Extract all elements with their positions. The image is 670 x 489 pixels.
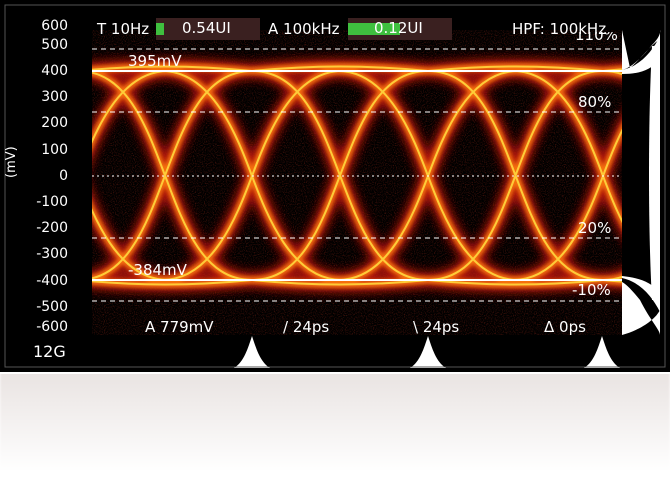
crossing-peak-3 bbox=[584, 336, 620, 368]
y-tick: -500 bbox=[36, 299, 68, 315]
data-rate-label: 12G bbox=[33, 342, 66, 361]
y-tick: 500 bbox=[41, 37, 68, 53]
crossing-peak-2 bbox=[410, 336, 446, 368]
a-jitter-meter: 0.12UI bbox=[348, 18, 452, 40]
percent-20-label: 20% bbox=[578, 219, 612, 237]
eye-diagram-display: 600 500 400 300 200 100 0 -100 -200 -300… bbox=[0, 0, 670, 372]
reflection-fade bbox=[0, 374, 670, 489]
y-tick: 400 bbox=[41, 63, 68, 79]
top-level-label: 395mV bbox=[128, 52, 182, 70]
y-tick: -400 bbox=[36, 273, 68, 289]
y-tick: -200 bbox=[36, 220, 68, 236]
delta-readout: Δ 0ps bbox=[544, 318, 586, 336]
display-reflection bbox=[0, 374, 670, 489]
y-tick: -600 bbox=[36, 319, 68, 335]
t-jitter-value: 0.54UI bbox=[182, 19, 231, 37]
crossing-peak-1 bbox=[234, 336, 270, 368]
y-tick: -100 bbox=[36, 194, 68, 210]
y-axis-label: (mV) bbox=[4, 146, 19, 178]
eye-diagram-plot bbox=[4, 4, 666, 368]
percent-110-text: 110% bbox=[575, 32, 618, 42]
y-tick: 0 bbox=[59, 168, 68, 184]
y-axis: 600 500 400 300 200 100 0 -100 -200 -300… bbox=[0, 0, 68, 372]
y-tick: 200 bbox=[41, 115, 68, 131]
y-tick: 600 bbox=[41, 18, 68, 34]
t-jitter-bar bbox=[156, 23, 165, 35]
percent-80-label: 80% bbox=[578, 93, 612, 111]
y-tick: 300 bbox=[41, 89, 68, 105]
rise-time-readout: / 24ps bbox=[283, 318, 330, 336]
fall-time-readout: \ 24ps bbox=[413, 318, 460, 336]
amplitude-readout: A 779mV bbox=[145, 318, 214, 336]
a-jitter-value: 0.12UI bbox=[374, 19, 423, 37]
y-tick: 100 bbox=[41, 142, 68, 158]
bottom-level-label: -384mV bbox=[128, 261, 187, 279]
percent-110-label: 110% bbox=[575, 32, 618, 42]
percent-m10-label: -10% bbox=[572, 281, 611, 299]
a-jitter-label: A 100kHz bbox=[268, 20, 340, 38]
histogram-body bbox=[649, 46, 660, 300]
crossing-histogram bbox=[234, 336, 620, 368]
t-jitter-label: T 10Hz bbox=[97, 20, 150, 38]
t-jitter-meter: 0.54UI bbox=[156, 18, 260, 40]
y-tick: -300 bbox=[36, 246, 68, 262]
